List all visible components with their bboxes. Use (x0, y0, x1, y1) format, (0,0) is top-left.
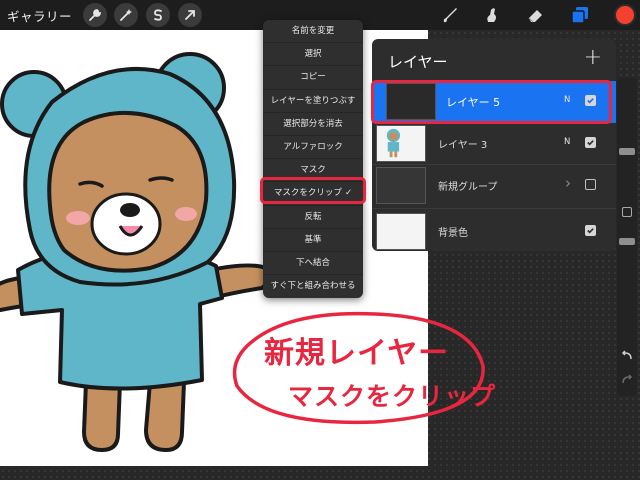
modify-button[interactable] (622, 207, 632, 217)
annotation-text-line2: マスクをクリップ (288, 382, 497, 411)
transform-arrow-icon[interactable] (178, 3, 202, 27)
layer-name: 背景色 (438, 228, 468, 239)
menu-item-merge-down[interactable]: 下へ結合 (263, 252, 363, 276)
redo-icon[interactable] (620, 372, 634, 386)
wrench-icon[interactable] (83, 3, 107, 27)
gallery-button[interactable]: ギャラリー (7, 6, 72, 25)
highlight-selected-layer (371, 80, 612, 124)
blend-mode-button[interactable]: N (564, 137, 570, 147)
menu-item-invert[interactable]: 反転 (263, 206, 363, 229)
layers-panel-title: レイヤー (388, 53, 448, 71)
selection-s-icon[interactable] (146, 3, 170, 27)
menu-item-reference[interactable]: 基準 (263, 229, 363, 252)
menu-item-copy[interactable]: コピー (263, 66, 363, 90)
layer-name: レイヤー 3 (438, 140, 488, 151)
layer-options-menu: 名前を変更 選択 コピー レイヤーを塗りつぶす 選択部分を消去 アルファロック … (263, 20, 363, 299)
layer-thumbnail (376, 213, 426, 250)
annotation-text-line1: 新規レイヤー (264, 336, 450, 371)
chevron-right-icon[interactable]: › (565, 174, 571, 192)
layer-name: 新規グループ (438, 182, 498, 193)
visibility-checkbox[interactable] (585, 137, 596, 148)
color-picker-button[interactable] (614, 4, 636, 26)
bear-thumbnail-icon (386, 128, 401, 158)
highlight-clipping-mask (260, 177, 366, 204)
group-thumbnail (376, 167, 426, 204)
magic-wand-icon[interactable] (114, 3, 138, 27)
layer-row-new-group[interactable]: 新規グループ › (372, 165, 616, 209)
layer-thumbnail (376, 125, 426, 162)
eraser-icon[interactable] (524, 3, 548, 27)
opacity-slider[interactable] (619, 238, 635, 245)
side-slider-rail (617, 78, 637, 396)
brush-icon[interactable] (438, 3, 462, 27)
undo-icon[interactable] (620, 348, 634, 362)
smudge-icon[interactable] (480, 3, 504, 27)
menu-item-combine-down[interactable]: すぐ下と組み合わせる (263, 275, 363, 298)
layers-panel: レイヤー + レイヤー 5 N レイヤー 3 N 新規グループ › 背景色 (372, 39, 616, 251)
layer-row-background[interactable]: 背景色 (372, 211, 616, 253)
menu-item-rename[interactable]: 名前を変更 (263, 20, 363, 44)
menu-item-fill-layer[interactable]: レイヤーを塗りつぶす (263, 90, 363, 113)
add-layer-button[interactable]: + (584, 45, 602, 70)
menu-item-clear-selection[interactable]: 選択部分を消去 (263, 113, 363, 136)
layers-icon[interactable] (568, 3, 592, 27)
menu-item-select[interactable]: 選択 (263, 43, 363, 67)
visibility-checkbox[interactable] (585, 225, 596, 236)
brush-size-slider[interactable] (619, 148, 635, 155)
menu-item-alpha-lock[interactable]: アルファロック (263, 136, 363, 160)
layer-row-layer3[interactable]: レイヤー 3 N (372, 123, 616, 165)
visibility-checkbox[interactable] (585, 179, 596, 190)
